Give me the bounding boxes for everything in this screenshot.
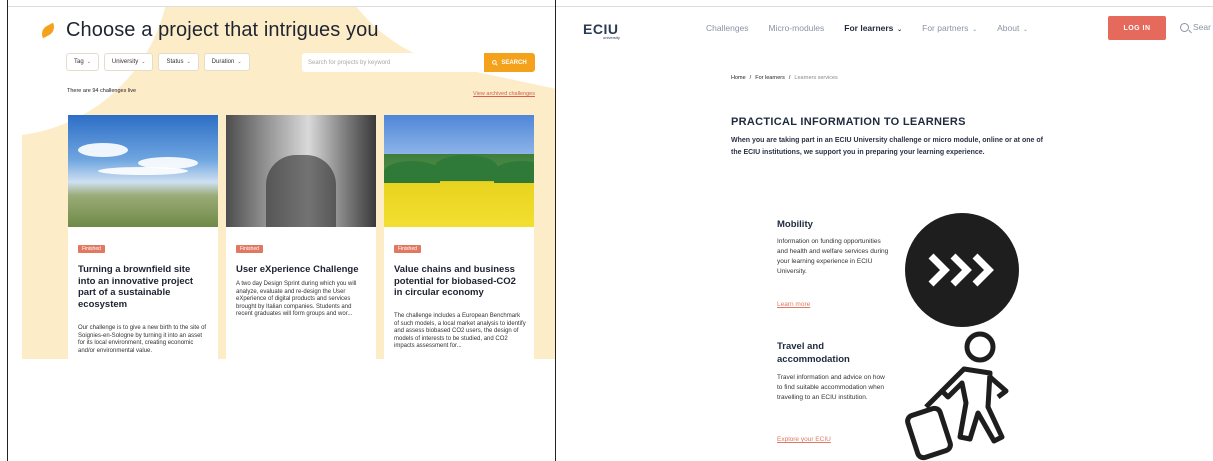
archived-challenges-link[interactable]: View archived challenges <box>473 91 535 97</box>
triple-chevron-right-icon <box>905 213 1019 327</box>
status-badge: Finished <box>394 245 421 253</box>
travel-title-line: accommodation <box>777 354 850 365</box>
challenge-card[interactable]: Finished Value chains and business poten… <box>384 115 534 359</box>
mobility-description: Information on funding opportunities and… <box>777 238 889 275</box>
nav-for-learners[interactable]: For learners ⌄ <box>844 23 902 33</box>
mobility-learn-more-link[interactable]: Learn more <box>777 301 810 308</box>
chevron-down-icon: ⌄ <box>237 59 242 65</box>
login-button[interactable]: LOG IN <box>1108 16 1166 40</box>
mobility-title: Mobility <box>777 219 813 230</box>
travel-explore-link[interactable]: Explore your ECIU <box>777 436 831 443</box>
search-button-label: SEARCH <box>501 59 527 66</box>
breadcrumb-current: Learners services <box>794 75 838 81</box>
card-title[interactable]: Turning a brownfield site into an innova… <box>78 264 210 310</box>
nav-micro-modules[interactable]: Micro-modules <box>769 23 825 33</box>
breadcrumb-for-learners[interactable]: For learners <box>755 75 785 81</box>
nav-about[interactable]: About ⌄ <box>997 23 1028 33</box>
section-title: PRACTICAL INFORMATION TO LEARNERS <box>731 116 966 128</box>
chevron-down-icon: ⌄ <box>970 27 978 33</box>
breadcrumb-home[interactable]: Home <box>731 75 746 81</box>
nav-label: For partners <box>922 23 969 33</box>
challenges-panel: Choose a project that intrigues you Tag ⌄… <box>22 7 555 359</box>
filter-label: University <box>111 59 139 65</box>
eciu-logo[interactable]: ECIU university <box>583 21 620 40</box>
travel-title-line: Travel and <box>777 341 824 352</box>
screenshot-frame: Choose a project that intrigues you Tag ⌄… <box>0 0 1213 461</box>
filter-bar: Tag ⌄ University ⌄ Status ⌄ Duration ⌄ <box>66 53 250 71</box>
leaf-icon <box>38 22 58 39</box>
page-header: Choose a project that intrigues you <box>38 19 379 42</box>
filter-label: Tag <box>74 59 84 65</box>
filter-university[interactable]: University ⌄ <box>103 53 154 71</box>
card-description: The challenge includes a European Benchm… <box>394 313 526 350</box>
nav-challenges[interactable]: Challenges <box>706 23 749 33</box>
filter-label: Duration <box>211 59 235 65</box>
search-input[interactable]: Search for projects by keyword <box>302 53 484 72</box>
challenge-card[interactable]: Finished Turning a brownfield site into … <box>68 115 218 359</box>
filter-label: Status <box>166 59 184 65</box>
nav-for-partners[interactable]: For partners ⌄ <box>922 23 977 33</box>
challenge-count: There are 94 challenges live <box>67 88 137 94</box>
travel-title: Travel and accommodation <box>777 340 850 366</box>
traveler-with-suitcase-icon <box>905 331 1009 461</box>
breadcrumb-separator: / <box>749 75 752 81</box>
status-badge: Finished <box>236 245 263 253</box>
breadcrumb: Home / For learners / Learners services <box>731 75 838 81</box>
nav-label: About <box>997 23 1020 33</box>
main-nav: Challenges Micro-modules For learners ⌄ … <box>706 23 1028 33</box>
nav-search-label: Sear <box>1193 22 1211 32</box>
learners-panel: ECIU university Challenges Micro-modules… <box>556 7 1213 461</box>
card-image-brownfield <box>68 115 218 227</box>
filter-status[interactable]: Status ⌄ <box>158 53 199 71</box>
travel-description: Travel information and advice on how to … <box>777 374 885 401</box>
chevron-down-icon: ⌄ <box>186 59 191 65</box>
chevron-down-icon: ⌄ <box>895 27 903 33</box>
left-border <box>7 0 8 461</box>
nav-label: Challenges <box>706 23 749 33</box>
challenge-card[interactable]: Finished User eXperience Challenge A two… <box>226 115 376 359</box>
card-description: Our challenge is to give a new birth to … <box>78 325 207 354</box>
nav-label: For learners <box>844 23 894 33</box>
nav-search[interactable]: Sear <box>1180 22 1211 32</box>
breadcrumb-separator: / <box>788 75 791 81</box>
card-title[interactable]: Value chains and business potential for … <box>394 264 526 299</box>
search-icon <box>492 59 499 66</box>
search-button[interactable]: SEARCH <box>484 53 535 72</box>
chevron-down-icon: ⌄ <box>141 59 146 65</box>
card-image-ux <box>226 115 376 227</box>
page-title: Choose a project that intrigues you <box>66 19 379 41</box>
card-title[interactable]: User eXperience Challenge <box>236 264 368 276</box>
chevron-down-icon: ⌄ <box>86 59 91 65</box>
challenge-cards: Finished Turning a brownfield site into … <box>68 115 534 359</box>
logo-subtitle: university <box>603 35 620 40</box>
card-image-biobased <box>384 115 534 227</box>
intro-text: When you are taking part in an ECIU Univ… <box>731 137 1043 156</box>
nav-label: Micro-modules <box>768 23 825 33</box>
card-description: A two day Design Sprint during which you… <box>236 281 357 318</box>
status-badge: Finished <box>78 245 105 253</box>
search-icon <box>1180 22 1189 32</box>
chevron-down-icon: ⌄ <box>1021 27 1029 33</box>
filter-tag[interactable]: Tag ⌄ <box>66 53 99 71</box>
filter-duration[interactable]: Duration ⌄ <box>203 53 250 71</box>
